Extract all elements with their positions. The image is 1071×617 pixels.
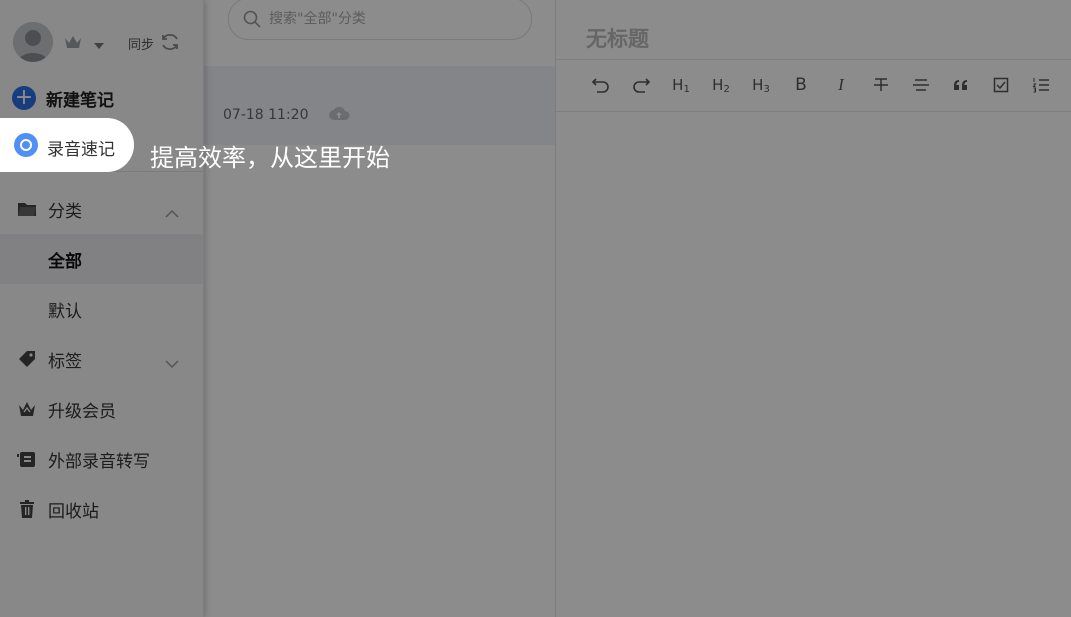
heading-2-button[interactable]: H2 xyxy=(708,72,734,98)
editor-toolbar: H1 H2 H3 B I xyxy=(556,59,1071,112)
strikethrough-icon[interactable] xyxy=(868,72,894,98)
italic-button[interactable]: I xyxy=(828,72,854,98)
category-label: 默认 xyxy=(48,301,82,322)
align-center-icon[interactable] xyxy=(908,72,934,98)
note-title-input[interactable]: 无标题 xyxy=(586,23,649,53)
bold-button[interactable]: B xyxy=(788,72,814,98)
sidebar-item-label: 标签 xyxy=(48,351,82,372)
redo-icon[interactable] xyxy=(628,72,654,98)
avatar[interactable] xyxy=(13,22,53,62)
sidebar-item-label: 回收站 xyxy=(48,501,99,522)
list-item[interactable]: 07-18 11:20 xyxy=(204,66,555,145)
recorder-icon xyxy=(17,449,37,469)
sync-icon[interactable] xyxy=(159,31,181,53)
category-item-default[interactable]: 默认 xyxy=(0,284,203,334)
category-label: 全部 xyxy=(48,251,82,272)
tag-icon xyxy=(17,349,37,369)
sidebar-item-trash[interactable]: 回收站 xyxy=(0,484,203,534)
folder-icon xyxy=(17,199,37,219)
sidebar-item-tags[interactable]: 标签 xyxy=(0,334,203,384)
search-input[interactable] xyxy=(269,9,509,29)
chevron-up-icon[interactable] xyxy=(164,204,180,218)
search-icon xyxy=(242,9,262,29)
cloud-upload-icon xyxy=(328,104,350,122)
sidebar-item-external-record[interactable]: 外部录音转写 xyxy=(0,434,203,484)
editor: 无标题 H1 H2 H3 B I xyxy=(556,0,1071,617)
crown-icon[interactable] xyxy=(63,33,83,51)
search-box[interactable] xyxy=(228,0,532,40)
category-item-all[interactable]: 全部 xyxy=(0,234,203,284)
sidebar: 同步 + 新建笔记 分类 全部 默认 标签 升级会员 外部录音转写 回收站 xyxy=(0,0,204,617)
sidebar-item-category[interactable]: 分类 xyxy=(0,184,203,234)
undo-icon[interactable] xyxy=(588,72,614,98)
record-note-label: 录音速记 xyxy=(47,140,115,160)
note-list: 07-18 11:20 xyxy=(204,0,555,617)
heading-1-button[interactable]: H1 xyxy=(668,72,694,98)
record-icon xyxy=(14,133,38,157)
note-timestamp: 07-18 11:20 xyxy=(223,107,309,123)
chevron-down-icon[interactable] xyxy=(92,36,106,49)
sidebar-item-label: 分类 xyxy=(48,201,82,222)
sidebar-header: 同步 xyxy=(0,0,203,84)
new-note-button[interactable]: + 新建笔记 xyxy=(12,85,114,111)
chevron-down-icon[interactable] xyxy=(164,354,180,369)
sync-label[interactable]: 同步 xyxy=(128,34,154,53)
sidebar-item-label: 外部录音转写 xyxy=(48,451,150,472)
plus-icon: + xyxy=(12,86,36,110)
sidebar-item-label: 升级会员 xyxy=(48,401,116,422)
ordered-list-icon[interactable] xyxy=(1028,72,1054,98)
record-note-button[interactable]: 录音速记 xyxy=(0,118,134,172)
heading-3-button[interactable]: H3 xyxy=(748,72,774,98)
trash-icon xyxy=(17,499,37,519)
new-note-label: 新建笔记 xyxy=(46,90,114,111)
sidebar-item-upgrade[interactable]: 升级会员 xyxy=(0,384,203,434)
crown-icon xyxy=(17,399,37,419)
quote-icon[interactable] xyxy=(948,72,974,98)
checkbox-icon[interactable] xyxy=(988,72,1014,98)
guide-tip: 提高效率，从这里开始 xyxy=(150,144,390,172)
